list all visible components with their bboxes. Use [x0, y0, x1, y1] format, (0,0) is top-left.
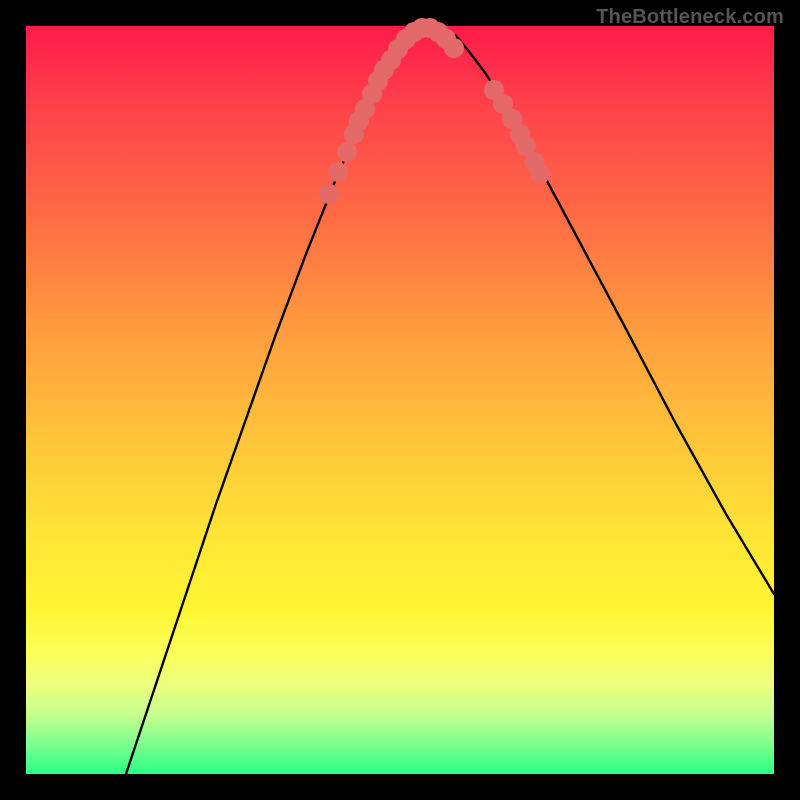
highlight-markers [319, 18, 550, 204]
curve-line [126, 28, 774, 774]
watermark-text: TheBottleneck.com [596, 6, 784, 29]
marker-dot [444, 38, 464, 58]
marker-dot [337, 142, 357, 162]
marker-dot [328, 162, 348, 182]
marker-dot [319, 184, 339, 204]
marker-dot [530, 164, 550, 184]
chart-plot-area [26, 26, 774, 774]
chart-svg [26, 26, 774, 774]
